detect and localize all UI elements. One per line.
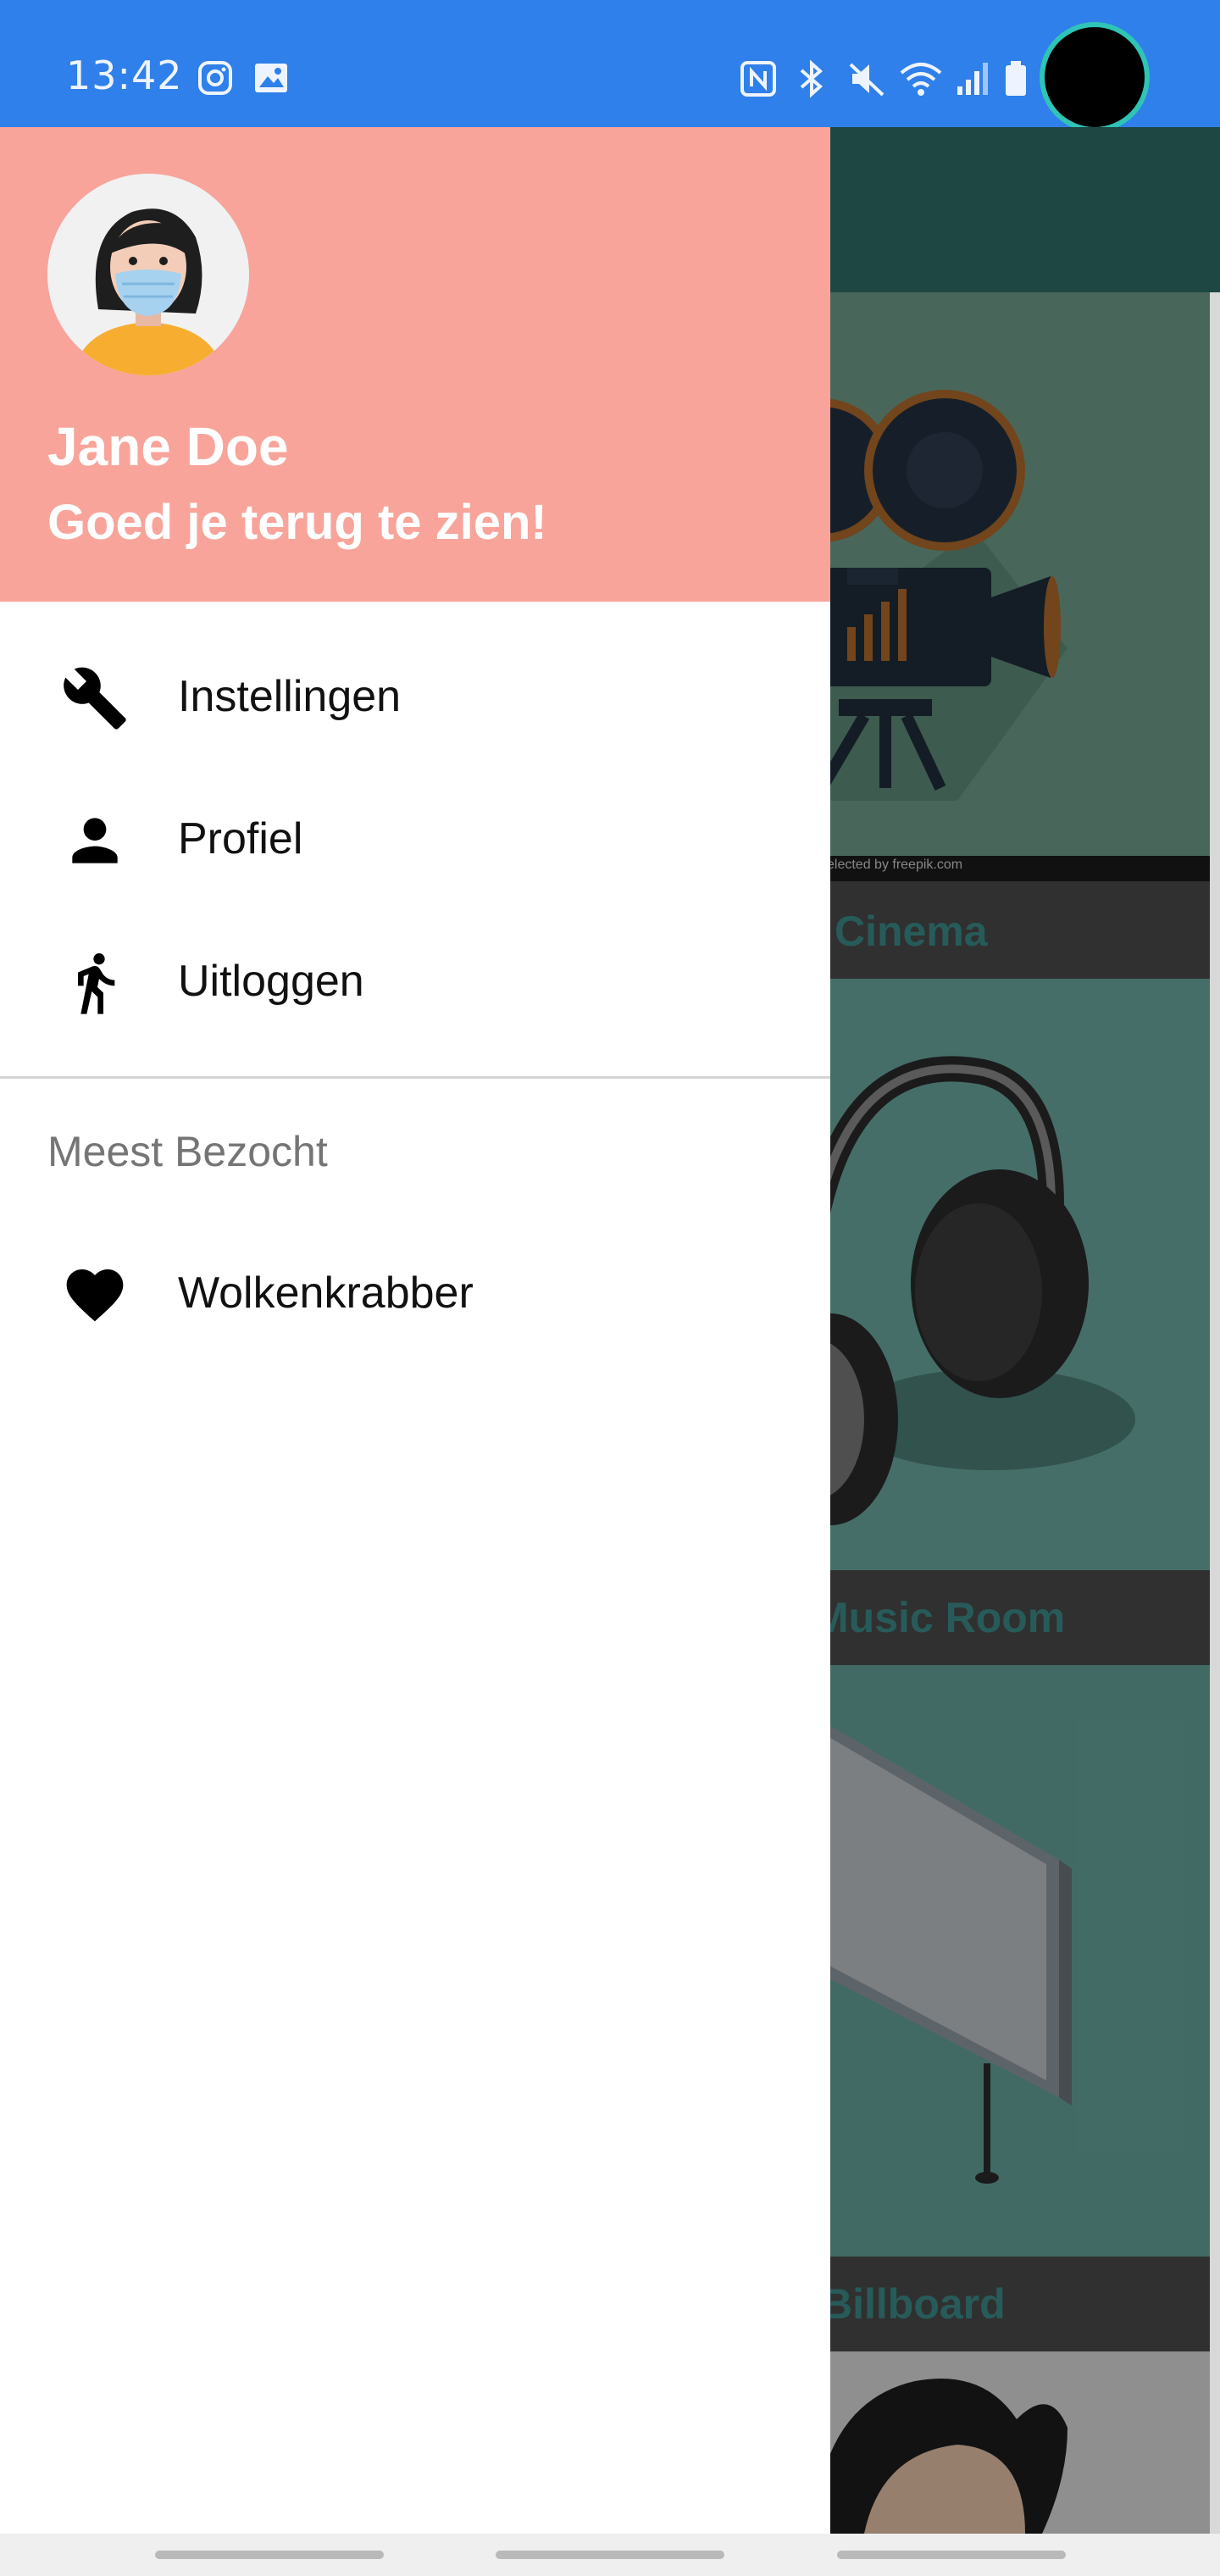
heart-icon <box>61 1261 129 1329</box>
wrench-icon <box>61 664 129 732</box>
menu-item-label: Instellingen <box>178 672 402 721</box>
camera-cutout <box>1045 27 1145 127</box>
mute-icon <box>847 59 886 103</box>
drawer-divider <box>0 1076 830 1079</box>
visited-item-wolkenkrabber[interactable]: Wolkenkrabber <box>0 1224 830 1366</box>
signal-icon <box>956 59 990 103</box>
section-title-meest-bezocht: Meest Bezocht <box>47 1128 328 1175</box>
menu-item-label: Profiel <box>178 814 303 863</box>
menu-item-profiel[interactable]: Profiel <box>0 769 830 912</box>
instagram-icon <box>197 59 234 101</box>
status-bar: 13:42 <box>0 0 1220 127</box>
menu-item-label: Uitloggen <box>178 957 364 1006</box>
navigation-drawer: Jane Doe Goed je terug te zien! Instelli… <box>0 127 830 2534</box>
system-navigation-bar <box>0 2534 1220 2576</box>
image-icon <box>252 59 290 101</box>
nav-recents-button[interactable] <box>155 2551 384 2559</box>
status-time: 13:42 <box>66 53 183 98</box>
nav-home-button[interactable] <box>496 2551 724 2559</box>
walking-person-icon <box>61 949 129 1017</box>
person-icon <box>61 807 129 874</box>
drawer-header: Jane Doe Goed je terug te zien! <box>0 127 830 602</box>
user-name: Jane Doe <box>47 416 289 477</box>
welcome-message: Goed je terug te zien! <box>47 495 547 550</box>
menu-item-uitloggen[interactable]: Uitloggen <box>0 912 830 1054</box>
background-scrollbar <box>1210 292 1220 2534</box>
bluetooth-icon <box>795 59 829 103</box>
battery-icon <box>1003 59 1029 103</box>
wifi-icon <box>898 59 944 103</box>
avatar[interactable] <box>47 174 249 375</box>
nav-back-button[interactable] <box>837 2551 1066 2559</box>
menu-item-instellingen[interactable]: Instellingen <box>0 627 830 769</box>
visited-item-label: Wolkenkrabber <box>178 1269 474 1318</box>
nfc-icon <box>739 59 778 103</box>
